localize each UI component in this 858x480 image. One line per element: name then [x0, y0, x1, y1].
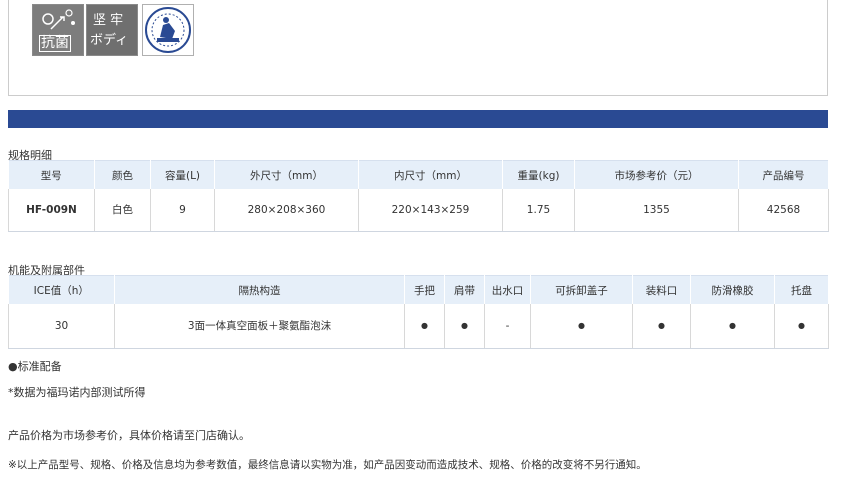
cell-product-code: 42568 [738, 189, 829, 232]
header-price: 市场参考价（元） [574, 160, 739, 189]
cell-color: 白色 [94, 189, 151, 232]
antibacterial-badge-label: 抗菌 [39, 35, 71, 52]
header-loading-port: 装料口 [632, 275, 691, 304]
cell-tray: ● [774, 304, 829, 349]
header-inner-size: 内尺寸（mm） [358, 160, 503, 189]
header-drain: 出水口 [484, 275, 531, 304]
cell-loading-port: ● [632, 304, 691, 349]
cell-handle: ● [404, 304, 445, 349]
features-table: ICE值（h） 隔热构造 手把 肩带 出水口 可拆卸盖子 装料口 防滑橡胶 托盘… [8, 275, 829, 349]
cell-shoulder-strap: ● [444, 304, 485, 349]
header-color: 颜色 [94, 160, 151, 189]
table-row: HF-009N 白色 9 280×208×360 220×143×259 1.7… [8, 189, 829, 232]
disclaimer-note: ※以上产品型号、规格、价格及信息均为参考数值，最终信息请以实物为准，如产品因变动… [8, 459, 647, 471]
spec-table: 型号 颜色 容量(L) 外尺寸（mm） 内尺寸（mm） 重量(kg) 市场参考价… [8, 160, 829, 232]
header-outer-size: 外尺寸（mm） [214, 160, 359, 189]
test-data-note: *数据为福玛诺内部测试所得 [8, 386, 146, 399]
header-capacity: 容量(L) [150, 160, 215, 189]
header-product-code: 产品编号 [738, 160, 829, 189]
header-removable-lid: 可拆卸盖子 [530, 275, 633, 304]
section-divider-bar [8, 110, 828, 128]
cell-weight: 1.75 [502, 189, 575, 232]
spec-header-row: 型号 颜色 容量(L) 外尺寸（mm） 内尺寸（mm） 重量(kg) 市场参考价… [8, 160, 829, 189]
certification-seal-icon [142, 4, 194, 56]
antibacterial-badge-icon: 抗菌 [32, 4, 84, 56]
standard-equipment-note: ●标准配备 [8, 360, 62, 373]
cell-insulation: 3面一体真空面板＋聚氨酯泡沫 [114, 304, 405, 349]
table-row: 30 3面一体真空面板＋聚氨酯泡沫 ● ● - ● ● ● ● [8, 304, 829, 349]
header-shoulder-strap: 肩带 [444, 275, 485, 304]
sturdy-body-badge-line2: ボディ [90, 33, 129, 48]
header-handle: 手把 [404, 275, 445, 304]
sturdy-body-badge-line1: 坚 牢 [93, 13, 124, 28]
price-note: 产品价格为市场参考价，具体价格请至门店确认。 [8, 429, 250, 442]
cell-outer-size: 280×208×360 [214, 189, 359, 232]
header-ice-value: ICE值（h） [8, 275, 115, 304]
cell-capacity: 9 [150, 189, 215, 232]
header-insulation: 隔热构造 [114, 275, 405, 304]
cell-price: 1355 [574, 189, 739, 232]
header-weight: 重量(kg) [502, 160, 575, 189]
header-anti-slip-rubber: 防滑橡胶 [690, 275, 775, 304]
cell-removable-lid: ● [530, 304, 633, 349]
cell-anti-slip-rubber: ● [690, 304, 775, 349]
cell-model: HF-009N [8, 189, 95, 232]
features-header-row: ICE值（h） 隔热构造 手把 肩带 出水口 可拆卸盖子 装料口 防滑橡胶 托盘 [8, 275, 829, 304]
sturdy-body-badge-icon: 坚 牢 ボディ [86, 4, 138, 56]
header-tray: 托盘 [774, 275, 829, 304]
header-model: 型号 [8, 160, 95, 189]
cell-drain: - [484, 304, 531, 349]
cell-inner-size: 220×143×259 [358, 189, 503, 232]
cell-ice-value: 30 [8, 304, 115, 349]
